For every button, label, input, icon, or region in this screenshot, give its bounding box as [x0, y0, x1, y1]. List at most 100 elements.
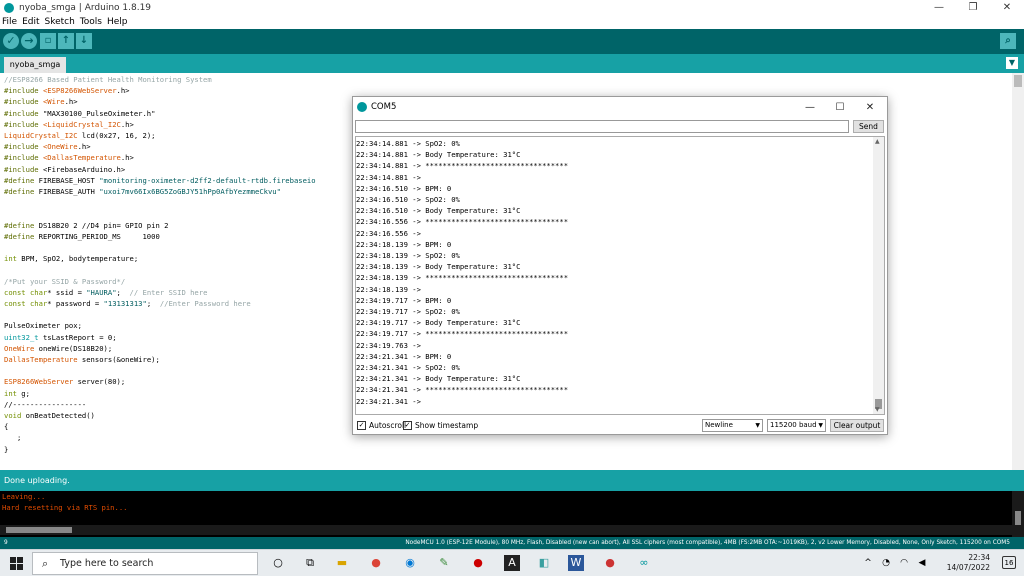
arduino-logo-icon — [4, 3, 14, 13]
serial-line: 22:34:16.556 -> — [356, 228, 421, 238]
code-token: { — [4, 422, 9, 432]
serial-line: 22:34:21.341 -> Body Temperature: 31°C — [356, 374, 521, 384]
code-token: const — [4, 287, 26, 297]
cortana-icon[interactable]: ○ — [270, 555, 286, 571]
code-token: PulseOximeter pox; — [4, 321, 82, 331]
code-token: LiquidCrystal_I2C — [4, 131, 78, 140]
code-token: .h> — [116, 86, 130, 96]
serial-line: 22:34:16.510 -> BPM: 0 — [356, 183, 452, 193]
serial-monitor-window: COM5 — ☐ ✕ Send 22:34:14.881 -> SpO2: 0%… — [352, 96, 888, 435]
code-line: ; — [4, 432, 21, 443]
code-line: void onBeatDetected() — [4, 410, 95, 421]
chrome-profile-icon[interactable]: ● — [602, 555, 618, 571]
serial-send-input[interactable] — [355, 120, 849, 133]
app-icon[interactable]: ◧ — [536, 555, 552, 571]
tab-menu-icon[interactable]: ▼ — [1006, 57, 1018, 69]
code-token: BPM, SpO2, bodytemperature; — [16, 254, 139, 264]
serial-line: 22:34:19.717 -> BPM: 0 — [356, 295, 452, 305]
close-button[interactable]: ✕ — [855, 97, 885, 118]
minimize-button[interactable]: — — [922, 0, 956, 16]
show-timestamp-label: Show timestamp — [415, 421, 479, 430]
taskbar-search-box[interactable]: ⌕ Type here to search — [32, 552, 258, 575]
menu-sketch[interactable]: Sketch — [45, 17, 75, 27]
code-token: g; — [16, 388, 30, 398]
serial-line: 22:34:14.881 -> — [356, 172, 421, 182]
notification-icon[interactable]: 16 — [1002, 556, 1016, 569]
serial-monitor-button[interactable]: ⌕ — [1000, 33, 1016, 49]
edge-icon[interactable]: ◉ — [402, 555, 418, 571]
menu-edit[interactable]: Edit — [22, 17, 39, 27]
code-token: FIREBASE_AUTH — [38, 187, 100, 196]
code-token: "HAURA" — [86, 287, 117, 297]
code-token: sensors(&oneWire); — [77, 355, 160, 364]
line-ending-select[interactable]: Newline ▼ — [702, 419, 763, 432]
wifi-icon[interactable]: ◠ — [896, 555, 912, 571]
code-line: { — [4, 421, 8, 432]
record-icon[interactable]: ● — [470, 555, 486, 571]
code-token: #define — [4, 175, 39, 185]
code-line: int BPM, SpO2, bodytemperature; — [4, 253, 138, 264]
code-token: .h> — [64, 97, 78, 107]
task-view-icon[interactable]: ⧉ — [302, 555, 318, 571]
maximize-button[interactable]: ❐ — [956, 0, 990, 16]
save-sketch-button[interactable]: ↓ — [76, 33, 92, 49]
tab-sketch[interactable]: nyoba_smga — [4, 57, 66, 73]
clear-output-button[interactable]: Clear output — [830, 419, 884, 432]
minimize-button[interactable]: — — [795, 97, 825, 118]
network-icon[interactable]: ◔ — [878, 555, 894, 571]
chrome-icon[interactable]: ● — [368, 555, 384, 571]
upload-button[interactable]: → — [21, 33, 37, 49]
code-token: "13131313" — [103, 299, 147, 308]
code-token: <DallasTemperature — [42, 153, 121, 163]
code-token: REPORTING_PERIOD_MS 1000 — [38, 231, 160, 241]
send-button[interactable]: Send — [853, 120, 884, 133]
serial-scrollbar[interactable]: ▲ ▼ — [873, 137, 884, 414]
serial-line: 22:34:18.139 -> Body Temperature: 31°C — [356, 262, 521, 272]
code-token: "monitoring-oximeter-d2ff2-default-rtdb.… — [99, 175, 316, 185]
menu-tools[interactable]: Tools — [80, 17, 102, 27]
tray-overflow-icon[interactable]: ^ — [860, 555, 876, 571]
acrobat-icon[interactable]: A — [504, 555, 520, 571]
code-token: int — [4, 388, 17, 398]
taskbar-clock[interactable]: 22:34 14/07/2022 — [947, 553, 990, 573]
editor-scrollbar[interactable] — [1012, 73, 1024, 470]
board-info: NodeMCU 1.0 (ESP-12E Module), 80 MHz, Fl… — [405, 540, 1010, 546]
code-token: * password = — [47, 299, 104, 308]
serial-line: 22:34:19.717 -> ************************… — [356, 329, 569, 339]
windows-start-icon[interactable] — [10, 557, 23, 570]
line-number: 9 — [4, 540, 8, 546]
code-token: #include — [4, 153, 43, 163]
arduino-taskbar-icon[interactable]: ∞ — [636, 555, 652, 571]
menu-help[interactable]: Help — [107, 17, 128, 27]
autoscroll-checkbox[interactable]: ✓ — [357, 421, 366, 430]
code-line: } — [4, 444, 8, 455]
console-vertical-scrollbar[interactable] — [1012, 491, 1024, 537]
code-line: //ESP8266 Based Patient Health Monitorin… — [4, 74, 212, 85]
code-token: <Wire — [42, 97, 65, 107]
new-sketch-button[interactable]: ▫ — [40, 33, 56, 49]
show-timestamp-checkbox[interactable]: ✓ — [403, 421, 412, 430]
code-token: FIREBASE_HOST — [38, 175, 100, 185]
open-sketch-button[interactable]: ↑ — [58, 33, 74, 49]
code-token: //----------------- — [4, 399, 87, 409]
code-token: .h> — [120, 153, 134, 163]
code-token: server(80); — [73, 377, 126, 387]
code-token: #include — [4, 108, 43, 118]
code-line: ESP8266WebServer server(80); — [4, 376, 125, 387]
code-line: #define DS18B20 2 //D4 pin= GPIO pin 2 — [4, 220, 168, 231]
close-button[interactable]: ✕ — [990, 0, 1024, 16]
console-horizontal-scrollbar[interactable] — [0, 525, 1012, 535]
serial-line: 22:34:18.139 -> BPM: 0 — [356, 239, 452, 249]
app-icon[interactable]: ✎ — [436, 555, 452, 571]
file-explorer-icon[interactable]: ▬ — [334, 555, 350, 571]
verify-button[interactable]: ✓ — [3, 33, 19, 49]
serial-line: 22:34:21.341 -> ************************… — [356, 385, 569, 395]
code-token: .h> — [120, 119, 134, 129]
word-icon[interactable]: W — [568, 555, 584, 571]
code-token: <ESP8266WebServer — [42, 86, 117, 96]
baud-rate-select[interactable]: 115200 baud ▼ — [767, 419, 826, 432]
volume-icon[interactable]: ◀ — [914, 555, 930, 571]
maximize-button[interactable]: ☐ — [825, 97, 855, 118]
menu-file[interactable]: File — [2, 17, 17, 27]
code-token: char — [29, 287, 48, 297]
